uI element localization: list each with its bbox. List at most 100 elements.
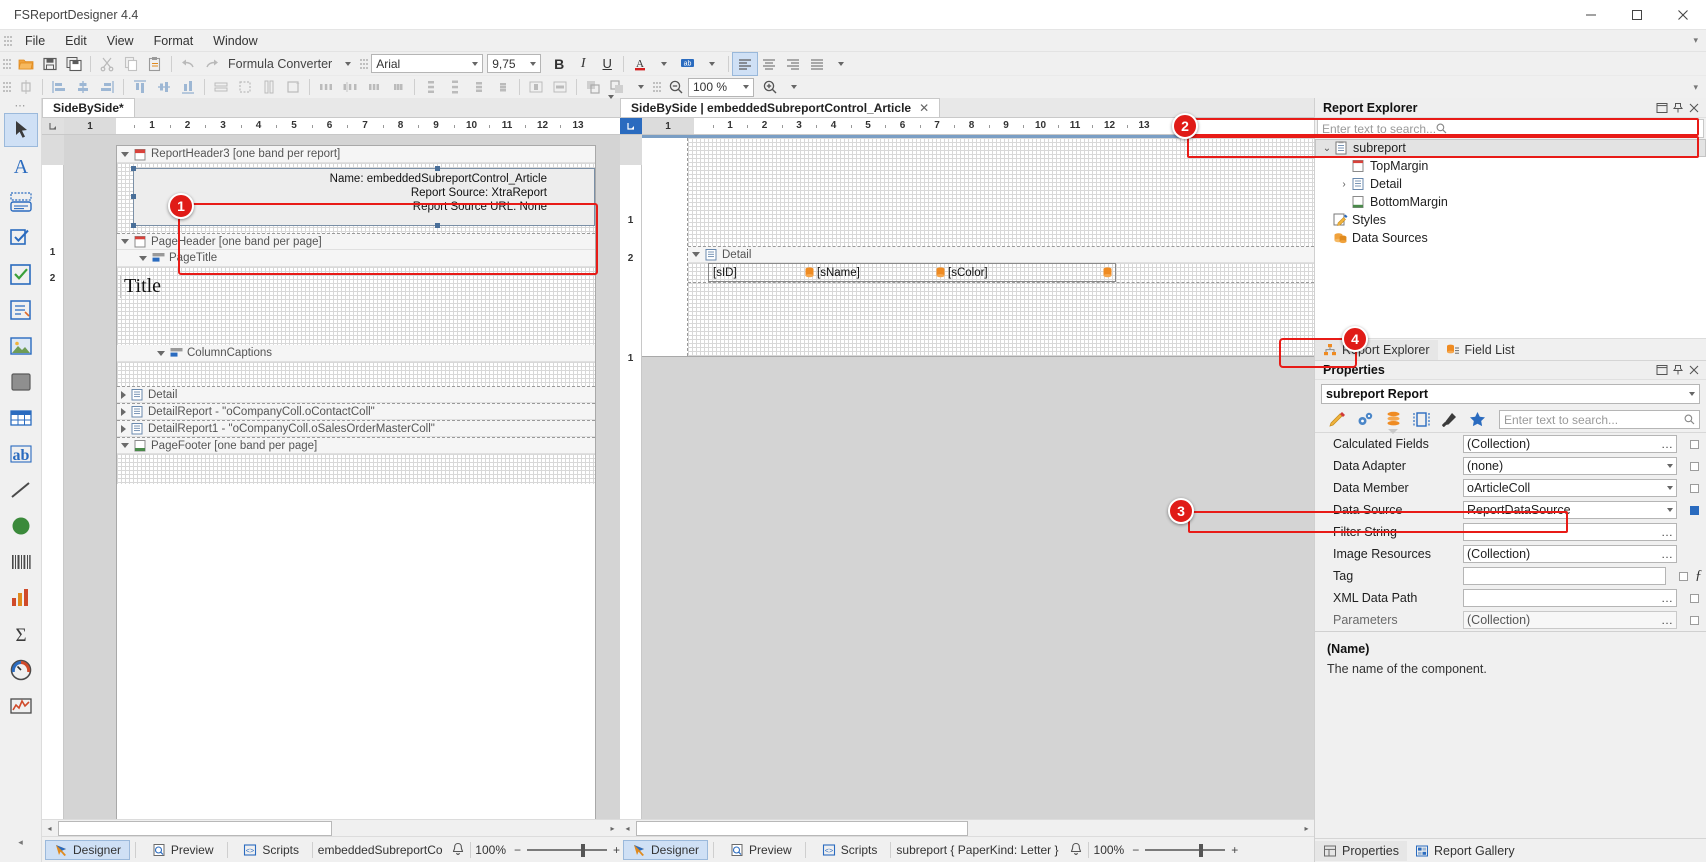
underline-button[interactable]: U: [595, 53, 619, 75]
align-centers-icon[interactable]: [71, 76, 95, 98]
italic-button[interactable]: I: [571, 53, 595, 75]
property-row[interactable]: Image Resources (Collection)…: [1315, 543, 1706, 565]
property-binding-indicator[interactable]: [1678, 571, 1688, 581]
data-icon[interactable]: [1379, 409, 1407, 434]
font-color-chevron-down-icon[interactable]: [652, 53, 676, 75]
align-center-icon[interactable]: [757, 53, 781, 75]
shape-tool[interactable]: [4, 365, 38, 399]
pin-icon[interactable]: [1670, 100, 1686, 116]
property-value-xml-data-path[interactable]: …: [1463, 589, 1677, 607]
page-footer-content[interactable]: [117, 454, 595, 484]
menu-window[interactable]: Window: [203, 32, 267, 50]
tree-item-data-sources[interactable]: Data Sources: [1315, 229, 1706, 247]
close-icon[interactable]: [1686, 362, 1702, 378]
copy-icon[interactable]: [119, 53, 143, 75]
property-row[interactable]: Parameters (Collection)…: [1315, 609, 1706, 631]
right-zoom-slider[interactable]: − +: [1124, 843, 1238, 857]
property-search-input[interactable]: Enter text to search...: [1499, 410, 1700, 429]
resize-handle-tl[interactable]: [131, 166, 136, 171]
left-zoom-slider[interactable]: − +: [506, 843, 620, 857]
band-expand-icon[interactable]: [692, 252, 700, 257]
field-sColor[interactable]: [sColor]: [945, 267, 1103, 279]
barcode-tool[interactable]: [4, 545, 38, 579]
band-collapse-icon[interactable]: [121, 390, 126, 399]
band-page-header[interactable]: PageHeader [one band per page]: [117, 233, 595, 250]
appearance-icon[interactable]: [1323, 409, 1351, 431]
property-row[interactable]: Tag ƒ: [1315, 565, 1706, 587]
menu-file[interactable]: File: [15, 32, 55, 50]
scroll-left-icon[interactable]: ◂: [42, 820, 57, 836]
order-chevron-down-icon[interactable]: [629, 76, 653, 98]
property-expression-box[interactable]: [1685, 611, 1703, 629]
band-detail-right[interactable]: Detail: [688, 246, 1314, 263]
left-zoom-thumb[interactable]: [581, 843, 586, 857]
toolbar2-grip-icon[interactable]: [3, 80, 11, 94]
right-ruler-corner-icon[interactable]: [620, 118, 642, 134]
sparkline-tool[interactable]: [4, 689, 38, 723]
property-grid[interactable]: Calculated Fields (Collection) … Data Adapt…: [1315, 433, 1706, 631]
toolbox-collapse-icon[interactable]: ◂: [18, 837, 23, 862]
misc-icon[interactable]: [1435, 409, 1463, 431]
band-detail-report1[interactable]: DetailReport1 - "oCompanyColl.oSalesOrde…: [117, 420, 595, 437]
size-to-grid-icon[interactable]: [233, 76, 257, 98]
ellipsis-button[interactable]: …: [1661, 547, 1673, 561]
property-value-parameters[interactable]: (Collection)…: [1463, 611, 1677, 629]
right-zoom-track[interactable]: [1145, 843, 1226, 857]
property-value-data-member[interactable]: oArticleColl: [1463, 479, 1677, 497]
decrease-horizontal-spacing-icon[interactable]: [362, 76, 386, 98]
pivot-grid-tool[interactable]: Σ: [4, 617, 38, 651]
make-horizontal-spacing-equal-icon[interactable]: [314, 76, 338, 98]
property-value-data-source[interactable]: ReportDataSource: [1463, 501, 1677, 519]
right-horizontal-scrollbar[interactable]: ◂ ▸: [620, 819, 1314, 836]
tree-item-detail[interactable]: › Detail: [1315, 175, 1706, 193]
property-row[interactable]: XML Data Path…: [1315, 587, 1706, 609]
band-expand-icon[interactable]: [157, 350, 165, 356]
decrease-vertical-spacing-icon[interactable]: [467, 76, 491, 98]
right-scroll-track[interactable]: [636, 820, 968, 836]
band-detail-report[interactable]: DetailReport - "oCompanyColl.oContactCol…: [117, 403, 595, 420]
right-tab-scripts[interactable]: <> Scripts: [814, 840, 886, 860]
toolbox-grip-icon[interactable]: ⋯: [15, 101, 27, 112]
bottom-margin-area[interactable]: [688, 283, 1314, 356]
property-value-filter-string[interactable]: …: [1463, 523, 1677, 541]
left-zoom-in-button[interactable]: +: [613, 843, 620, 857]
property-value-data-adapter[interactable]: (none): [1463, 457, 1677, 475]
property-binding-indicator[interactable]: [1689, 615, 1699, 625]
field-sName[interactable]: [sName]: [814, 267, 936, 279]
formula-converter-chevron-down-icon[interactable]: [336, 53, 360, 75]
ellipse-tool[interactable]: [4, 509, 38, 543]
center-horizontally-icon[interactable]: [14, 76, 38, 98]
property-row[interactable]: Data Source ReportDataSource: [1315, 499, 1706, 521]
property-binding-indicator[interactable]: [1689, 461, 1699, 471]
left-zoom-out-button[interactable]: −: [514, 843, 521, 857]
property-value-calculated-fields[interactable]: (Collection)…: [1463, 435, 1677, 453]
chevron-down-icon[interactable]: [1667, 508, 1673, 512]
pointer-tool[interactable]: [3, 113, 38, 147]
tab-report-gallery[interactable]: Report Gallery: [1407, 841, 1523, 861]
menu-view[interactable]: View: [97, 32, 144, 50]
menu-edit[interactable]: Edit: [55, 32, 97, 50]
zoom-combo[interactable]: 100 %: [688, 77, 754, 97]
toolbar1-grip-icon[interactable]: [3, 56, 11, 71]
left-tab-preview[interactable]: Preview: [144, 840, 222, 860]
rich-text-tool[interactable]: [4, 185, 38, 219]
band-page-footer[interactable]: PageFooter [one band per page]: [117, 437, 595, 454]
font-color-button[interactable]: A: [628, 53, 652, 75]
tab-field-list[interactable]: Field List: [1438, 340, 1523, 360]
font-size-combo[interactable]: 9,75: [487, 54, 542, 73]
tree-item-topmargin[interactable]: TopMargin: [1315, 157, 1706, 175]
behavior-icon[interactable]: [1351, 409, 1379, 431]
left-tab-scripts[interactable]: <> Scripts: [235, 840, 307, 860]
property-row[interactable]: Filter String…: [1315, 521, 1706, 543]
right-zoom-in-button[interactable]: +: [1231, 843, 1238, 857]
check-box-green-tool[interactable]: [4, 257, 38, 291]
center-vertically-in-form-icon[interactable]: [548, 76, 572, 98]
property-row[interactable]: Data Adapter (none): [1315, 455, 1706, 477]
check-box-tool[interactable]: [4, 221, 38, 255]
band-expand-icon[interactable]: [139, 255, 147, 261]
justify-chevron-down-icon[interactable]: [829, 53, 853, 75]
float-icon[interactable]: [1654, 100, 1670, 116]
layout-icon[interactable]: [1407, 409, 1435, 431]
close-button[interactable]: [1660, 0, 1706, 30]
property-expression-box[interactable]: [1685, 523, 1703, 541]
